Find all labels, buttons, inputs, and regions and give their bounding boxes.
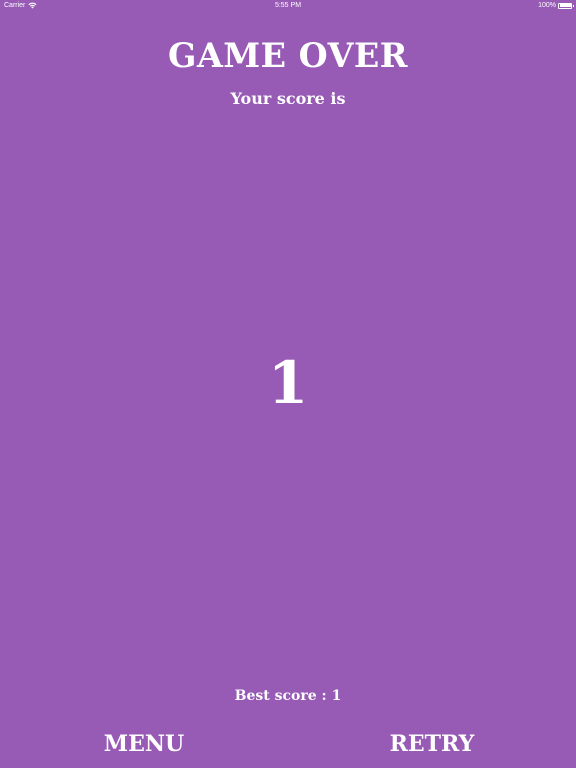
status-right: 100% — [538, 2, 574, 9]
battery-percent: 100% — [538, 2, 556, 9]
score-subtitle: Your score is — [230, 89, 346, 108]
best-score-label: Best score : 1 — [234, 688, 342, 704]
retry-button[interactable]: RETRY — [362, 730, 502, 758]
score-value: 1 — [267, 349, 309, 417]
status-bar: Carrier 5:55 PM 100% — [0, 0, 576, 13]
battery-fill — [559, 4, 571, 7]
menu-button[interactable]: MENU — [74, 730, 214, 758]
game-over-title: GAME OVER — [168, 36, 408, 76]
status-time: 5:55 PM — [274, 2, 302, 9]
battery-icon — [558, 2, 574, 9]
